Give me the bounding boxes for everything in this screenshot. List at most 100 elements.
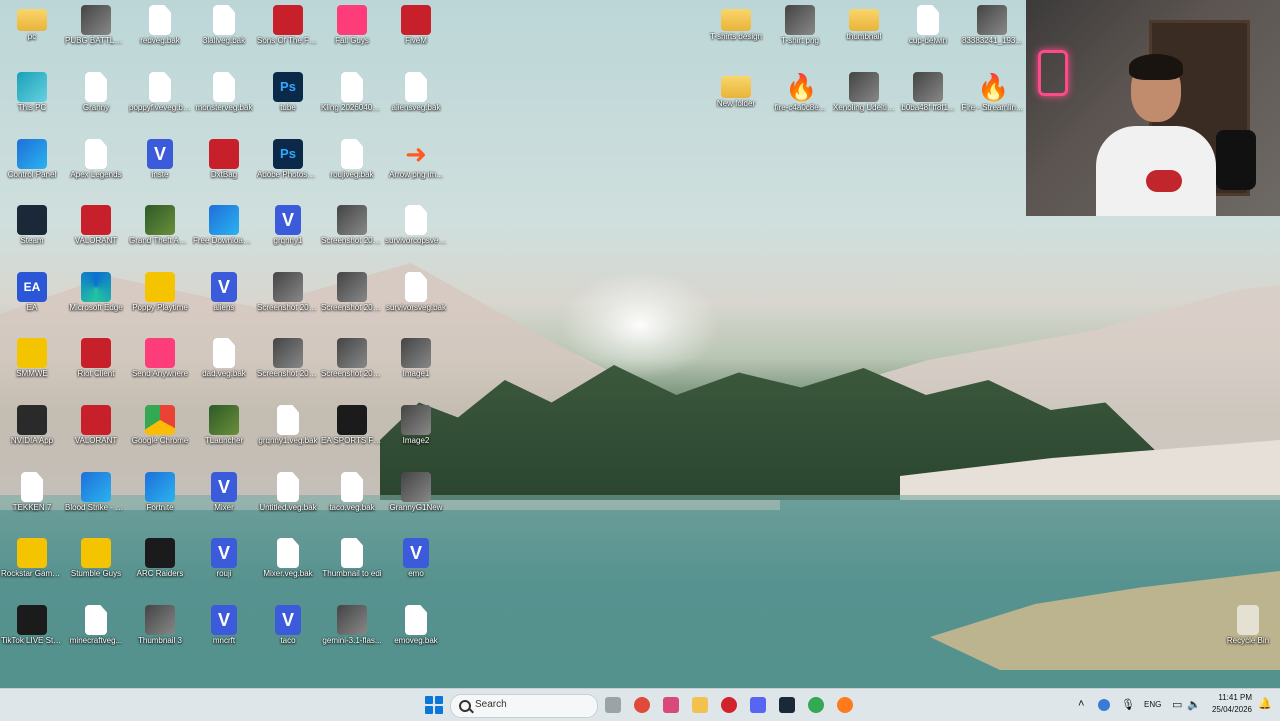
desktop-icon[interactable]: New folder (704, 67, 768, 131)
desktop-icon[interactable]: Kling 20260402 - Make the... (320, 67, 384, 131)
start-button[interactable] (425, 696, 443, 714)
desktop-icon[interactable]: ARC Raiders (128, 533, 192, 597)
desktop-icon[interactable]: thumbnail (832, 0, 896, 64)
desktop-icon[interactable]: Mixer.veg.bak (256, 533, 320, 597)
desktop-icon[interactable]: b0ba48f ff8f1... (896, 67, 960, 131)
desktop-icon[interactable]: taco.veg.bak (320, 467, 384, 531)
firefox-icon[interactable] (837, 697, 853, 713)
desktop-icon[interactable]: DxtBag (192, 134, 256, 198)
chrome-icon[interactable] (634, 697, 650, 713)
chrome-icon[interactable] (808, 697, 824, 713)
desktop-icon[interactable]: PsAdobe Photoshop 2020 (256, 134, 320, 198)
desktop-icon[interactable]: Riot Client (64, 333, 128, 397)
desktop-icon[interactable]: EA EA (0, 267, 64, 331)
desktop-icon[interactable]: Fortnite (128, 467, 192, 531)
desktop-icon[interactable]: Ps tube (256, 67, 320, 131)
desktop-icon[interactable]: SMMWE (0, 333, 64, 397)
wifi-icon[interactable]: ▭ (1172, 698, 1182, 711)
desktop-icon[interactable]: NVIDIA App (0, 400, 64, 464)
desktop-icon[interactable]: T-shirt png (768, 0, 832, 64)
desktop-icon[interactable]: Thumbnail 3 (128, 600, 192, 664)
desktop-icon[interactable]: Valiens (192, 267, 256, 331)
desktop-icon[interactable]: gemini-3.1-flas... (320, 600, 384, 664)
file-explorer-icon[interactable] (605, 697, 621, 713)
opera-icon[interactable] (721, 697, 737, 713)
desktop-icon[interactable]: Microsoft Edge (64, 267, 128, 331)
desktop-icon[interactable]: redveg.bak (128, 0, 192, 64)
desktop-icon[interactable]: Vtaco (256, 600, 320, 664)
desktop-icon[interactable]: Grand Theft Auto V Legacy (128, 200, 192, 264)
desktop-icon[interactable]: Blood Strike - MENA (64, 467, 128, 531)
desktop-icon[interactable]: pc (0, 0, 64, 64)
desktop-icon[interactable]: Free Download Manager (192, 200, 256, 264)
desktop-icon[interactable]: Rockstar Games Launcher (0, 533, 64, 597)
desktop-icon[interactable]: minecraftveg... (64, 600, 128, 664)
chevron-up-icon[interactable]: ˄ (1078, 698, 1084, 710)
desktop-icon[interactable]: Screenshot 2026-04-... (320, 333, 384, 397)
desktop-icon[interactable]: Poppy Playtime (128, 267, 192, 331)
desktop-icon[interactable]: Xenoling Udeltio... (832, 67, 896, 131)
desktop-icon[interactable]: Vgrqnny1 (256, 200, 320, 264)
discord-icon[interactable] (750, 697, 766, 713)
desktop-icon[interactable]: 🔥 Fire - Streamlin... (960, 67, 1024, 131)
desktop-icon[interactable]: ➜ Arrow png im... (384, 134, 448, 198)
desktop-icon[interactable]: T-shirts design (704, 0, 768, 64)
desktop-icon[interactable]: Steam (0, 200, 64, 264)
desktop-icon[interactable]: Screenshot 2026-04-... (256, 333, 320, 397)
desktop-icon[interactable]: This PC (0, 67, 64, 131)
desktop-icon[interactable]: Send Anywhere (128, 333, 192, 397)
desktop[interactable]: pc PUBG BATTLEGROU... redveg.bak 3lallveg.b… (0, 0, 1280, 688)
snipping-tool-icon[interactable] (663, 697, 679, 713)
volume-icon[interactable]: 🔈 (1187, 698, 1201, 711)
desktop-icon[interactable]: V Mixer (192, 467, 256, 531)
desktop-icon[interactable]: 🔥 fire-c4a0c8e... (768, 67, 832, 131)
desktop-icon[interactable]: survivorcopsveg... (384, 200, 448, 264)
desktop-icon[interactable]: Stumble Guys (64, 533, 128, 597)
desktop-icon[interactable]: roujiveg.bak (320, 134, 384, 198)
desktop-icon[interactable]: TEKKEN 7 (0, 467, 64, 531)
desktop-icon[interactable]: Control Panel (0, 134, 64, 198)
desktop-icon[interactable]: Vemo (384, 533, 448, 597)
desktop-icon[interactable]: Apex Legends (64, 134, 128, 198)
desktop-icon[interactable]: Image2 (384, 400, 448, 464)
desktop-icon[interactable]: PUBG BATTLEGROU... (64, 0, 128, 64)
desktop-icon[interactable]: EA SPORTS FC™ 26 (320, 400, 384, 464)
desktop-icon[interactable]: Vinste (128, 134, 192, 198)
desktop-icon[interactable]: TLauncher (192, 400, 256, 464)
desktop-icon[interactable]: emoveg.bak (384, 600, 448, 664)
folder-icon[interactable] (692, 697, 708, 713)
desktop-icon[interactable]: Granny (64, 67, 128, 131)
desktop-icon[interactable]: grqnny1.veg.bak (256, 400, 320, 464)
desktop-icon[interactable]: Image1 (384, 333, 448, 397)
desktop-icon[interactable]: Recycle Bin (1216, 600, 1280, 664)
desktop-icon[interactable]: VALORANT (64, 400, 128, 464)
desktop-icon[interactable]: Fall Guys (320, 0, 384, 64)
desktop-icon[interactable]: Screenshot 2026-02-... (256, 267, 320, 331)
desktop-icon[interactable]: Untitled.veg.bak (256, 467, 320, 531)
steam-icon[interactable] (779, 697, 795, 713)
clock-time[interactable]: 11:41 PM (1210, 693, 1252, 702)
desktop-icon[interactable]: Thumbnail to edi (320, 533, 384, 597)
desktop-icon[interactable]: Vmncrft (192, 600, 256, 664)
desktop-icon[interactable]: poppyfiveveg.bak (128, 67, 192, 131)
desktop-icon[interactable]: dad.veg.bak (192, 333, 256, 397)
desktop-icon[interactable]: Google Chrome (128, 400, 192, 464)
desktop-icon[interactable]: Vrouji (192, 533, 256, 597)
microphone-icon[interactable]: 🎙 (1121, 698, 1135, 711)
language-indicator[interactable]: ENG (1144, 700, 1161, 709)
desktop-icon[interactable]: GrannyG1New (384, 467, 448, 531)
desktop-icon[interactable]: aliensveg.bak (384, 67, 448, 131)
desktop-icon[interactable]: TikTok LIVE Studio (0, 600, 64, 664)
desktop-icon[interactable]: 83383241_193... (960, 0, 1024, 64)
desktop-icon[interactable]: FiveM (384, 0, 448, 64)
desktop-icon[interactable]: survivorsveg.bak (384, 267, 448, 331)
notification-bell-icon[interactable]: 🔔 (1258, 697, 1272, 710)
desktop-icon[interactable]: cup-delwin (896, 0, 960, 64)
taskbar-search[interactable]: Search (450, 694, 598, 718)
desktop-icon[interactable]: Screenshot 2026-03-... (320, 200, 384, 264)
desktop-icon[interactable]: 3lallveg.bak (192, 0, 256, 64)
desktop-icon[interactable]: monsterveg.bak (192, 67, 256, 131)
desktop-icon[interactable]: Screenshot 2026-03-... (320, 267, 384, 331)
desktop-icon[interactable]: VALORANT (64, 200, 128, 264)
clock-date[interactable]: 25/04/2026 (1202, 705, 1252, 714)
